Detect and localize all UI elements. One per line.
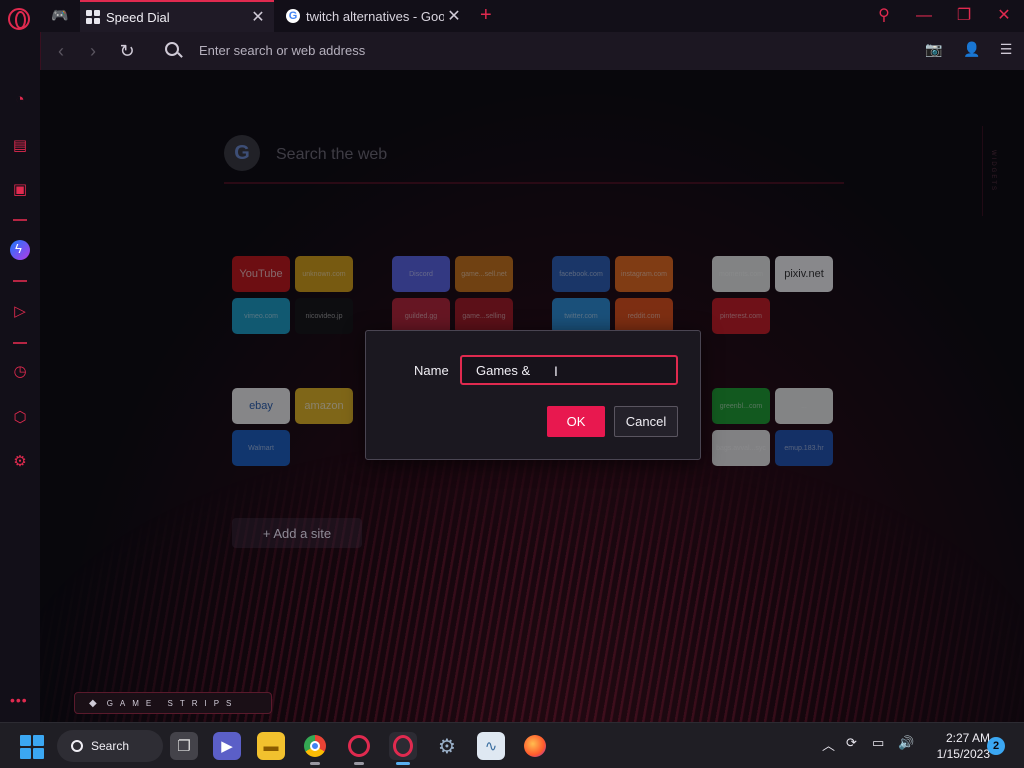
tab-title: Speed Dial bbox=[106, 9, 170, 25]
search-tabs-icon[interactable]: ⚲ bbox=[870, 4, 898, 28]
name-input[interactable] bbox=[460, 355, 678, 385]
settings-gear-icon[interactable]: ⚙ bbox=[10, 452, 30, 472]
opera-gx-icon[interactable] bbox=[389, 732, 417, 765]
easy-setup-icon[interactable]: ☰ bbox=[995, 41, 1017, 61]
forward-icon[interactable]: › bbox=[81, 40, 105, 62]
google-favicon-icon: G bbox=[286, 9, 300, 23]
opera-menu-icon[interactable] bbox=[8, 8, 30, 30]
task-view-icon[interactable]: ❐ bbox=[170, 732, 198, 760]
sidebar-divider bbox=[13, 280, 27, 282]
volume-icon[interactable]: 🔊 bbox=[898, 735, 914, 751]
game-strips-label: GAME STRIPS bbox=[106, 698, 239, 708]
show-hidden-icons-chevron-icon[interactable]: ︿ bbox=[822, 735, 835, 754]
address-input[interactable]: Enter search or web address bbox=[199, 43, 365, 58]
file-explorer-icon[interactable]: ▬ bbox=[257, 732, 285, 760]
clock-date: 1/15/2023 bbox=[936, 747, 990, 761]
clock[interactable]: 2:27 AM 1/15/2023 bbox=[920, 730, 990, 762]
close-tab-icon[interactable]: ✕ bbox=[248, 7, 268, 27]
minimize-icon[interactable]: — bbox=[910, 4, 938, 28]
game-strips-icon: ◆ bbox=[89, 697, 97, 709]
address-bar: ‹ › ↻ Enter search or web address 📷 👤 ☰ bbox=[40, 32, 1024, 70]
name-label: Name bbox=[414, 363, 449, 378]
speed-dial-grid-icon bbox=[86, 10, 100, 24]
gx-control-icon[interactable]: 🎮 bbox=[50, 7, 70, 23]
speedometer-icon[interactable]: ◔ bbox=[10, 90, 30, 110]
gx-corner-icon[interactable]: ▤ bbox=[10, 136, 30, 156]
history-icon[interactable]: ◷ bbox=[10, 362, 30, 382]
windows-taskbar: Search ❐ ▶ ▬ ⚙ ∿ ︿ ⟳ ▭ 🔊 2:27 AM 1/15/20… bbox=[0, 722, 1024, 768]
firefox-icon[interactable] bbox=[521, 732, 549, 760]
profile-icon[interactable]: 👤 bbox=[961, 41, 983, 61]
camera-icon[interactable]: 📷 bbox=[923, 41, 945, 61]
search-icon bbox=[165, 42, 179, 56]
resource-monitor-icon[interactable]: ∿ bbox=[477, 732, 505, 760]
reload-icon[interactable]: ↻ bbox=[115, 40, 139, 62]
more-icon[interactable]: ••• bbox=[10, 692, 28, 708]
clock-time: 2:27 AM bbox=[945, 731, 990, 745]
tab-speed-dial[interactable]: Speed Dial ✕ bbox=[80, 0, 274, 32]
twitch-icon[interactable]: ▣ bbox=[10, 180, 30, 200]
search-icon bbox=[71, 740, 83, 752]
tab-title: twitch alternatives - Google bbox=[306, 8, 444, 24]
settings-icon[interactable]: ⚙ bbox=[433, 732, 461, 760]
cancel-button[interactable]: Cancel bbox=[614, 406, 678, 437]
back-icon[interactable]: ‹ bbox=[49, 40, 73, 62]
sidebar-divider bbox=[13, 342, 27, 344]
sync-status-icon[interactable]: ⟳ bbox=[846, 735, 857, 751]
game-strips-button[interactable]: ◆ GAME STRIPS bbox=[74, 692, 272, 714]
network-icon[interactable]: ▭ bbox=[872, 735, 884, 751]
tab-twitch-alternatives[interactable]: G twitch alternatives - Google ✕ bbox=[280, 0, 470, 32]
sidebar: ◔ ▤ ▣ ▷ ◷ ⬡ ⚙ ••• bbox=[0, 32, 40, 722]
sidebar-divider bbox=[13, 219, 27, 221]
opera-gx-setup-icon[interactable] bbox=[345, 732, 373, 765]
extensions-cube-icon[interactable]: ⬡ bbox=[10, 408, 30, 428]
messenger-icon[interactable] bbox=[10, 240, 30, 260]
close-tab-icon[interactable]: ✕ bbox=[444, 6, 464, 26]
rename-folder-dialog: Name I OK Cancel bbox=[365, 330, 701, 460]
taskbar-search-button[interactable]: Search bbox=[57, 730, 163, 762]
ok-button[interactable]: OK bbox=[547, 406, 605, 437]
close-window-icon[interactable]: ✕ bbox=[990, 4, 1018, 28]
windows-start-icon[interactable] bbox=[20, 735, 44, 759]
add-a-site-button[interactable]: + Add a site bbox=[232, 518, 362, 548]
restore-icon[interactable]: ❐ bbox=[950, 4, 978, 28]
text-cursor-icon: I bbox=[554, 363, 558, 379]
chrome-icon[interactable] bbox=[301, 732, 329, 765]
notification-badge[interactable]: 2 bbox=[987, 737, 1005, 755]
new-tab-plus-icon[interactable]: + bbox=[480, 4, 492, 27]
taskbar-search-label: Search bbox=[91, 739, 130, 753]
teams-meet-icon[interactable]: ▶ bbox=[213, 732, 241, 760]
player-icon[interactable]: ▷ bbox=[10, 302, 30, 322]
title-bar: 🎮 Speed Dial ✕ G twitch alternatives - G… bbox=[0, 0, 1024, 32]
